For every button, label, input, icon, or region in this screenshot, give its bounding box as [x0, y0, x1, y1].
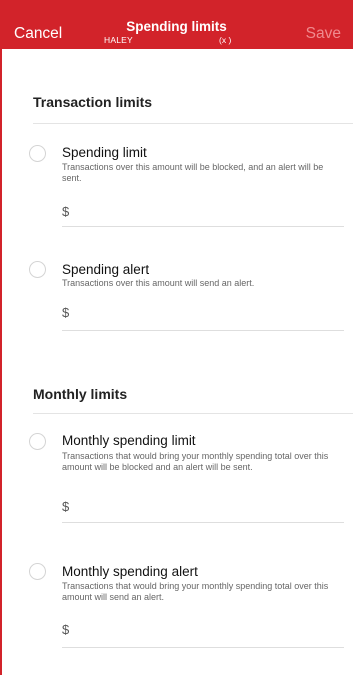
section-title-transaction-limits: Transaction limits [33, 94, 153, 110]
section-divider [33, 413, 353, 414]
currency-symbol: $ [62, 305, 70, 320]
currency-symbol: $ [62, 204, 70, 219]
option-description: Transactions that would bring your month… [62, 451, 329, 472]
page-title: Spending limits [126, 19, 227, 34]
option-description: Transactions over this amount will be bl… [62, 162, 324, 183]
currency-symbol: $ [62, 622, 70, 637]
nav-header: Cancel Spending limits HALEY (x ) Save [0, 0, 353, 49]
radio-button-spending-alert[interactable] [29, 261, 46, 278]
section-title-monthly-limits: Monthly limits [33, 386, 128, 402]
radio-button-monthly-spending-alert[interactable] [29, 563, 46, 580]
limits-form: Transaction limits Spending limit Transa… [0, 49, 353, 675]
option-description: Transactions over this amount will send … [62, 278, 255, 288]
radio-button-spending-limit[interactable] [29, 145, 46, 162]
option-title: Spending limit [62, 145, 147, 160]
currency-symbol: $ [62, 499, 70, 514]
monthly-spending-limit-amount-field[interactable] [62, 522, 344, 523]
option-title: Spending alert [62, 262, 150, 277]
card-number-suffix: (x ) [219, 35, 232, 45]
save-button[interactable]: Save [306, 25, 341, 43]
section-divider [33, 123, 353, 124]
spending-limit-amount-field[interactable] [62, 226, 344, 227]
radio-button-monthly-spending-limit[interactable] [29, 433, 46, 450]
option-title: Monthly spending limit [62, 433, 196, 448]
monthly-spending-alert-amount-field[interactable] [62, 647, 344, 648]
option-title: Monthly spending alert [62, 564, 198, 579]
option-description: Transactions that would bring your month… [62, 581, 329, 602]
cardholder-name: HALEY [104, 35, 133, 45]
spending-alert-amount-field[interactable] [62, 330, 344, 331]
